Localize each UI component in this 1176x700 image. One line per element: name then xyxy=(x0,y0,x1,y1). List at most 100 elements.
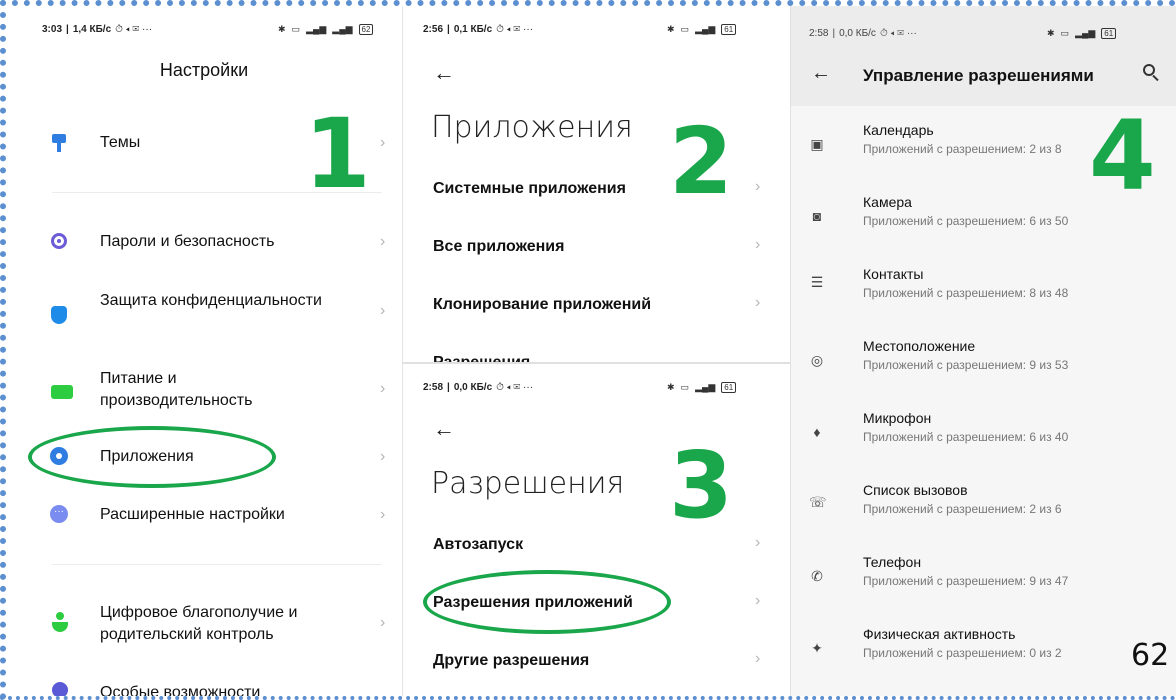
settings-item-label: Питание и производительность xyxy=(100,370,253,409)
menu-item-clone-apps[interactable]: Клонирование приложений › xyxy=(403,286,790,326)
call-log-icon: ☏ xyxy=(809,494,827,510)
chevron-right-icon: › xyxy=(380,233,386,250)
status-bar: 2:58 | 0,0 КБ/с ⏱ ◂ ✉ ··· xyxy=(809,28,917,39)
perm-item-contacts[interactable]: ☰ Контакты Приложений с разрешением: 8 и… xyxy=(791,260,1176,320)
bluetooth-icon: ✱ xyxy=(667,382,675,392)
menu-item-label: Клонирование приложений xyxy=(433,296,652,313)
perm-title: Камера xyxy=(863,194,912,210)
perm-item-activity[interactable]: ✦ Физическая активность Приложений с раз… xyxy=(791,620,1176,680)
status-time: 2:56 xyxy=(423,24,444,35)
status-speed: 1,4 КБ/с xyxy=(72,24,112,35)
status-time: 2:58 xyxy=(423,382,444,393)
settings-item-label: Цифровое благополучие и родительский кон… xyxy=(100,604,298,643)
status-speed: 0,1 КБ/с xyxy=(453,24,493,35)
menu-item-label: Автозапуск xyxy=(433,536,524,553)
toolbar xyxy=(791,6,1176,106)
perm-subtitle: Приложений с разрешением: 9 из 47 xyxy=(863,574,1069,588)
chevron-right-icon: › xyxy=(380,380,386,397)
perm-title: Местоположение xyxy=(863,338,976,354)
apps-panel: 2:56 | 0,1 КБ/с ⏱ ◂ ✉ ··· ✱ ▭ ▂▄▆ 61 ← П… xyxy=(402,6,790,362)
chevron-right-icon: › xyxy=(755,178,761,195)
perm-subtitle: Приложений с разрешением: 9 из 53 xyxy=(863,358,1069,372)
theme-icon xyxy=(52,134,66,152)
battery-level: 61 xyxy=(1101,28,1117,39)
perm-subtitle: Приложений с разрешением: 6 из 40 xyxy=(863,430,1069,444)
perm-item-call-log[interactable]: ☏ Список вызовов Приложений с разрешение… xyxy=(791,476,1176,536)
battery-level: 61 xyxy=(721,24,737,35)
settings-item-passwords[interactable]: Пароли и безопасность › xyxy=(6,220,402,266)
menu-item-all-apps[interactable]: Все приложения › xyxy=(403,228,790,268)
settings-item-wellbeing[interactable]: Цифровое благополучие и родительский кон… xyxy=(6,596,402,654)
step-number-4: 4 xyxy=(1089,100,1156,212)
contacts-icon: ☰ xyxy=(810,274,824,290)
more-icon: ··· xyxy=(50,505,68,523)
calendar-icon: ▣ xyxy=(810,136,824,152)
settings-item-label: Особые возможности xyxy=(100,684,261,696)
bluetooth-icon: ✱ xyxy=(667,24,675,34)
signal-icon: ▂▄▆ xyxy=(306,24,327,34)
perm-title: Телефон xyxy=(863,554,922,570)
vpn-icon: ▭ xyxy=(1060,28,1070,38)
vpn-icon: ▭ xyxy=(680,382,690,392)
divider xyxy=(52,564,382,565)
menu-item-label: Другие разрешения xyxy=(433,652,590,669)
settings-item-power[interactable]: Питание и производительность › xyxy=(6,364,402,422)
back-arrow-icon[interactable]: ← xyxy=(811,62,831,85)
permission-manager-panel: 2:58 | 0,0 КБ/с ⏱ ◂ ✉ ··· ✱ ▭ ▂▄▆ 61 ← У… xyxy=(790,6,1176,696)
perm-item-phone[interactable]: ✆ Телефон Приложений с разрешением: 9 из… xyxy=(791,548,1176,608)
status-time: 2:58 xyxy=(809,28,829,39)
perm-item-location[interactable]: ◎ Местоположение Приложений с разрешение… xyxy=(791,332,1176,392)
bluetooth-icon: ✱ xyxy=(1047,28,1055,38)
battery-level: 62 xyxy=(358,24,374,35)
accessibility-icon xyxy=(52,682,68,696)
back-arrow-icon[interactable]: ← xyxy=(433,60,455,86)
perm-subtitle: Приложений с разрешением: 6 из 50 xyxy=(863,214,1069,228)
step-number-3: 3 xyxy=(669,432,734,539)
status-icons: ⏱ ◂ ✉ ··· xyxy=(496,382,534,393)
menu-item-permissions[interactable]: Разрешения xyxy=(403,344,790,362)
perm-item-microphone[interactable]: ♦ Микрофон Приложений с разрешением: 6 и… xyxy=(791,404,1176,464)
signal-icon: ▂▄▆ xyxy=(695,382,716,392)
back-arrow-icon[interactable]: ← xyxy=(433,416,455,442)
perm-subtitle: Приложений с разрешением: 8 из 48 xyxy=(863,286,1069,300)
permissions-panel: 2:58 | 0,0 КБ/с ⏱ ◂ ✉ ··· ✱ ▭ ▂▄▆ 61 ← Р… xyxy=(402,362,790,696)
battery-level: 61 xyxy=(721,382,737,393)
menu-item-label: Разрешения xyxy=(433,354,530,362)
perm-title: Список вызовов xyxy=(863,482,968,498)
settings-item-label: Темы xyxy=(100,134,141,151)
status-indicators: ✱ ▭ ▂▄▆ 61 xyxy=(667,382,737,393)
search-icon[interactable] xyxy=(1143,64,1163,84)
status-indicators: ✱ ▭ ▂▄▆ 61 xyxy=(1047,28,1117,39)
status-time: 3:03 xyxy=(42,24,63,35)
settings-item-advanced[interactable]: ··· Расширенные настройки › xyxy=(6,496,402,536)
status-indicators: ✱ ▭ ▂▄▆ ▂▄▆ 62 xyxy=(278,24,374,35)
chevron-right-icon: › xyxy=(755,650,761,667)
chevron-right-icon: › xyxy=(380,614,386,631)
bluetooth-icon: ✱ xyxy=(278,24,286,34)
settings-item-label: Защита конфиденциальности xyxy=(100,292,322,309)
settings-item-accessibility[interactable]: Особые возможности xyxy=(6,678,402,696)
settings-panel: 3:03 | 1,4 КБ/с ⏱ ◂ ✉ ··· ✱ ▭ ▂▄▆ ▂▄▆ 62… xyxy=(6,6,402,696)
settings-item-label: Пароли и безопасность xyxy=(100,233,275,250)
status-icons: ⏱ ◂ ✉ ··· xyxy=(115,24,153,35)
wellbeing-icon xyxy=(52,612,68,634)
menu-item-label: Системные приложения xyxy=(433,180,626,197)
menu-item-system-apps[interactable]: Системные приложения › xyxy=(403,170,790,210)
chevron-right-icon: › xyxy=(755,294,761,311)
microphone-icon: ♦ xyxy=(813,424,821,440)
page-title: Разрешения xyxy=(431,466,625,501)
privacy-shield-icon xyxy=(51,306,67,324)
perm-subtitle: Приложений с разрешением: 0 из 2 xyxy=(863,646,1062,660)
menu-item-other-permissions[interactable]: Другие разрешения › xyxy=(403,642,790,682)
perm-title: Контакты xyxy=(863,266,924,282)
status-indicators: ✱ ▭ ▂▄▆ 61 xyxy=(667,24,737,35)
status-bar: 2:58 | 0,0 КБ/с ⏱ ◂ ✉ ··· xyxy=(423,382,534,393)
settings-item-label: Расширенные настройки xyxy=(100,506,285,523)
battery-icon xyxy=(51,385,73,399)
menu-item-autostart[interactable]: Автозапуск › xyxy=(403,526,790,566)
status-bar: 3:03 | 1,4 КБ/с ⏱ ◂ ✉ ··· xyxy=(42,24,153,35)
settings-item-privacy[interactable]: Защита конфиденциальности › xyxy=(6,286,402,344)
status-speed: 0,0 КБ/с xyxy=(839,28,876,39)
page-number: 62 xyxy=(1131,638,1170,673)
page-title: Управление разрешениями xyxy=(863,66,1094,85)
